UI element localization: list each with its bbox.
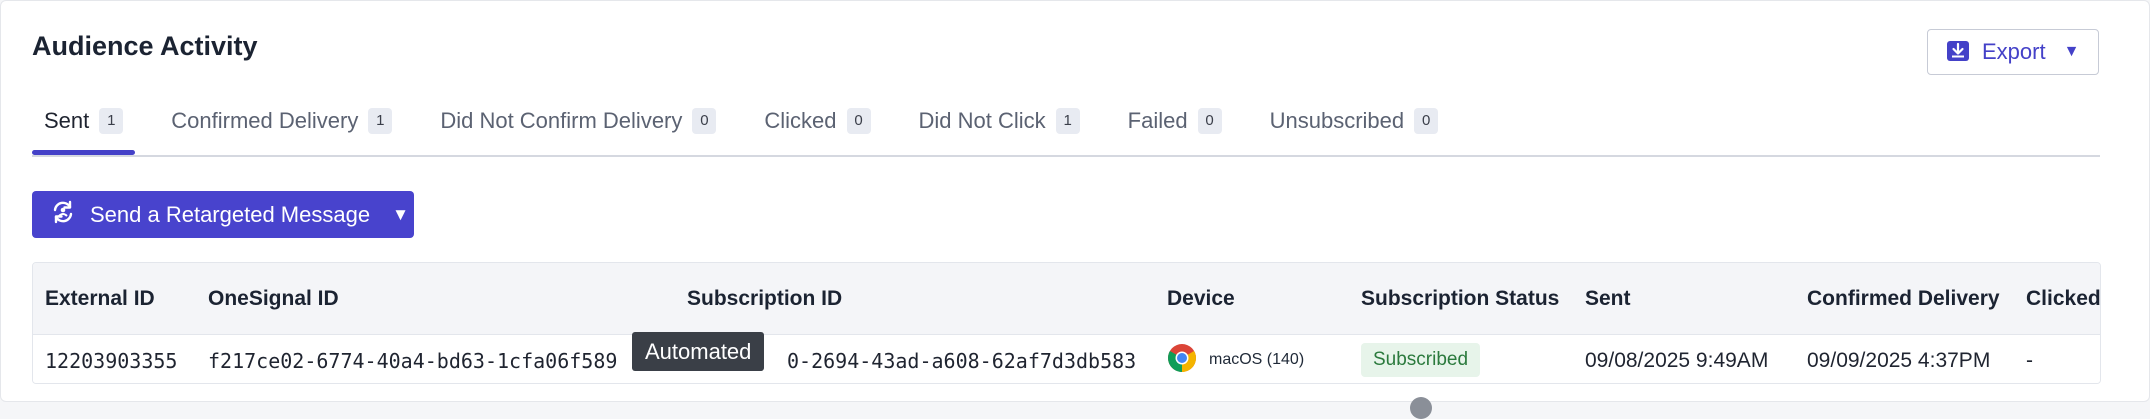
cell-device: macOS (140) bbox=[1167, 343, 1304, 377]
export-label: Export bbox=[1982, 39, 2046, 64]
status-badge: Subscribed bbox=[1361, 343, 1481, 377]
table-row[interactable]: 12203903355 f217ce02-6774-40a4-bd63-1cfa… bbox=[33, 335, 2100, 383]
scroll-indicator[interactable] bbox=[1410, 397, 1432, 419]
tab-failed[interactable]: Failed 0 bbox=[1116, 101, 1234, 141]
refresh-icon bbox=[50, 199, 76, 230]
tab-did-not-click[interactable]: Did Not Click 1 bbox=[907, 101, 1092, 141]
tab-label: Sent bbox=[44, 108, 90, 133]
panel-title: Audience Activity bbox=[32, 31, 258, 61]
export-button[interactable]: Export ▼ bbox=[1927, 29, 2099, 75]
tab-did-not-confirm-delivery[interactable]: Did Not Confirm Delivery 0 bbox=[428, 101, 728, 141]
tab-label: Confirmed Delivery bbox=[171, 108, 359, 133]
table-header: External ID OneSignal ID Subscription ID… bbox=[33, 263, 2100, 335]
cell-sent: 09/08/2025 9:49AM bbox=[1585, 349, 1769, 372]
col-clicked[interactable]: Clicked bbox=[2026, 287, 2100, 311]
col-subscription-id[interactable]: Subscription ID bbox=[687, 287, 842, 311]
cell-clicked: - bbox=[2026, 349, 2033, 372]
cell-subscription-id[interactable]: 0-2694-43ad-a608-62af7d3db583 bbox=[787, 349, 1136, 373]
tab-count: 0 bbox=[692, 108, 717, 134]
cell-onesignal-id[interactable]: f217ce02-6774-40a4-bd63-1cfa06f589 bbox=[208, 349, 617, 373]
activity-tabs: Sent 1 Confirmed Delivery 1 Did Not Conf… bbox=[32, 101, 2100, 157]
tab-label: Failed bbox=[1127, 108, 1188, 133]
tab-label: Unsubscribed bbox=[1269, 108, 1405, 133]
device-label: macOS (140) bbox=[1209, 351, 1305, 368]
tab-label: Did Not Click bbox=[918, 108, 1046, 133]
caret-down-icon: ▼ bbox=[2063, 43, 2080, 60]
tab-count: 0 bbox=[1414, 108, 1439, 134]
col-external-id[interactable]: External ID bbox=[45, 287, 155, 311]
col-subscription-status[interactable]: Subscription Status bbox=[1361, 287, 1559, 311]
audience-table: External ID OneSignal ID Subscription ID… bbox=[32, 262, 2101, 384]
col-onesignal-id[interactable]: OneSignal ID bbox=[208, 287, 339, 311]
col-device[interactable]: Device bbox=[1167, 287, 1235, 311]
tab-label: Did Not Confirm Delivery bbox=[440, 108, 683, 133]
audience-activity-panel: Audience Activity Export ▼ Sent 1 Confir… bbox=[0, 0, 2150, 419]
chrome-icon bbox=[1167, 343, 1197, 378]
send-retargeted-message-button[interactable]: Send a Retargeted Message ▼ bbox=[32, 191, 414, 238]
tab-confirmed-delivery[interactable]: Confirmed Delivery 1 bbox=[159, 101, 404, 141]
tab-count: 1 bbox=[99, 108, 124, 134]
tab-sent[interactable]: Sent 1 bbox=[32, 101, 136, 155]
download-icon bbox=[1946, 38, 1970, 67]
cell-external-id: 12203903355 bbox=[45, 349, 178, 373]
tab-count: 0 bbox=[1197, 108, 1222, 134]
col-confirmed-delivery[interactable]: Confirmed Delivery bbox=[1807, 287, 2000, 311]
tab-count: 1 bbox=[368, 108, 393, 134]
caret-down-icon: ▼ bbox=[392, 204, 409, 224]
cell-confirmed-delivery: 09/09/2025 4:37PM bbox=[1807, 349, 1991, 372]
tooltip: Automated bbox=[632, 332, 765, 371]
tab-clicked[interactable]: Clicked 0 bbox=[752, 101, 882, 141]
tab-count: 1 bbox=[1055, 108, 1080, 134]
col-sent[interactable]: Sent bbox=[1585, 287, 1631, 311]
tab-unsubscribed[interactable]: Unsubscribed 0 bbox=[1258, 101, 1451, 141]
retarget-label: Send a Retargeted Message bbox=[90, 201, 371, 227]
tab-count: 0 bbox=[846, 108, 871, 134]
tab-label: Clicked bbox=[764, 108, 837, 133]
